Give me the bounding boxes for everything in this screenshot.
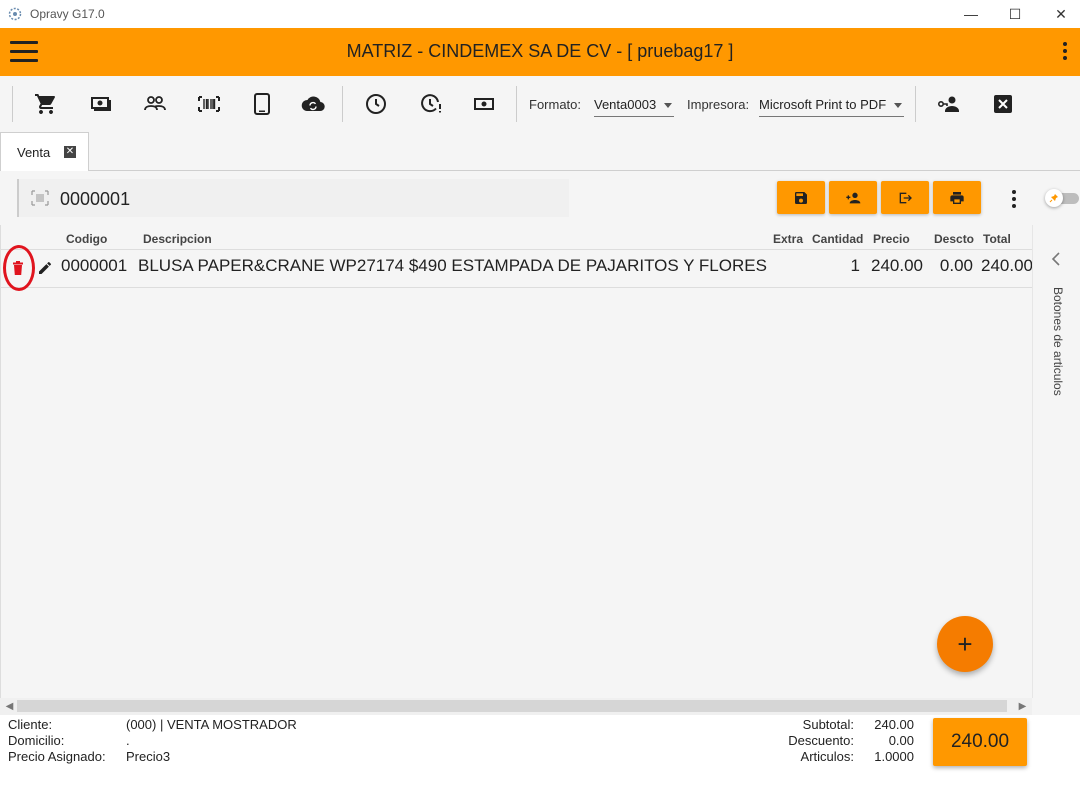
assigned-price-label: Precio Asignado: xyxy=(8,749,106,764)
subtotal-value: 240.00 xyxy=(874,717,914,732)
column-header-descripcion[interactable]: Descripcion xyxy=(143,232,212,246)
scroll-right-icon[interactable]: ▶ xyxy=(1015,699,1030,714)
discount-label: Descuento: xyxy=(788,733,854,748)
column-header-total[interactable]: Total xyxy=(983,232,1011,246)
cell-total: 240.00 xyxy=(981,256,1033,275)
scrollbar-thumb[interactable] xyxy=(17,700,1007,712)
product-search-input[interactable]: 0000001 xyxy=(17,179,569,217)
maximize-button[interactable]: ☐ xyxy=(992,0,1038,28)
cell-descripcion: BLUSA PAPER&CRANE WP27174 $490 ESTAMPADA… xyxy=(138,256,767,275)
side-panel-label: Botones de articulos xyxy=(1051,287,1065,396)
cart-icon[interactable] xyxy=(34,92,58,116)
customer-label: Cliente: xyxy=(8,717,53,732)
save-icon xyxy=(795,191,807,204)
page-title: MATRIZ - CINDEMEX SA DE CV - [ pruebag17… xyxy=(346,41,734,61)
column-header-cantidad[interactable]: Cantidad xyxy=(812,232,863,246)
items-count-label: Articulos: xyxy=(800,749,854,764)
add-user-icon xyxy=(846,192,861,203)
item-buttons-panel[interactable]: Botones de articulos xyxy=(1032,225,1080,715)
address-value: . xyxy=(126,733,130,748)
user-key-icon[interactable] xyxy=(937,92,961,116)
dropdown-arrow-icon xyxy=(664,103,672,108)
column-header-precio[interactable]: Precio xyxy=(873,232,910,246)
cell-cantidad: 1 xyxy=(850,256,860,275)
printer-icon xyxy=(950,191,964,204)
format-select[interactable]: Venta0003 xyxy=(594,95,674,117)
pin-icon xyxy=(1045,189,1063,207)
tab-close-icon[interactable]: ✕ xyxy=(64,146,76,158)
window-titlebar: Opravy G17.0 — ☐ ✕ xyxy=(0,0,1080,28)
format-label: Formato: xyxy=(529,97,582,112)
column-header-codigo[interactable]: Codigo xyxy=(66,232,107,246)
items-table: Codigo Descripcion Extra Cantidad Precio… xyxy=(0,225,1033,698)
tab-bar: Venta ✕ xyxy=(0,132,1080,171)
exit-icon xyxy=(899,192,912,203)
column-header-extra[interactable]: Extra xyxy=(773,232,803,246)
money-icon[interactable] xyxy=(472,92,496,116)
scroll-corner xyxy=(1032,698,1080,715)
add-item-fab[interactable]: + xyxy=(937,616,993,672)
more-options-icon[interactable] xyxy=(1062,42,1068,62)
subtotal-label: Subtotal: xyxy=(802,717,854,732)
delete-icon[interactable] xyxy=(12,261,24,275)
toolbar-divider xyxy=(342,86,343,122)
items-count-value: 1.0000 xyxy=(874,749,914,764)
pin-toggle[interactable] xyxy=(1045,189,1079,207)
chevron-left-icon[interactable] xyxy=(1050,251,1062,267)
cell-precio: 240.00 xyxy=(871,256,923,275)
clock-alert-icon[interactable] xyxy=(419,92,443,116)
app-window: Opravy G17.0 — ☐ ✕ MATRIZ - CINDEMEX SA … xyxy=(0,0,1080,789)
dropdown-arrow-icon xyxy=(894,103,902,108)
cloud-sync-icon[interactable] xyxy=(301,92,325,116)
barcode-icon[interactable] xyxy=(197,92,221,116)
tab-venta[interactable]: Venta ✕ xyxy=(0,132,89,171)
minimize-button[interactable]: — xyxy=(948,0,994,28)
clock-icon[interactable] xyxy=(364,92,388,116)
close-box-icon[interactable] xyxy=(991,92,1015,116)
barcode-scan-icon xyxy=(31,190,49,206)
app-logo-icon xyxy=(8,7,22,21)
format-select-value: Venta0003 xyxy=(594,97,657,112)
more-actions-icon[interactable] xyxy=(1011,190,1017,210)
print-button[interactable] xyxy=(933,181,981,214)
save-button[interactable] xyxy=(777,181,825,214)
cash-icon[interactable] xyxy=(89,92,113,116)
toolbar: Formato: Venta0003 Impresora: Microsoft … xyxy=(0,76,1080,132)
cell-codigo: 0000001 xyxy=(61,256,128,275)
address-label: Domicilio: xyxy=(8,733,65,748)
add-customer-button[interactable] xyxy=(829,181,877,214)
close-window-button[interactable]: ✕ xyxy=(1038,0,1080,28)
tablet-icon[interactable] xyxy=(250,92,274,116)
customers-icon[interactable] xyxy=(143,92,167,116)
discount-value: 0.00 xyxy=(888,733,914,748)
total-pay-button[interactable]: 240.00 xyxy=(933,718,1027,766)
printer-label: Impresora: xyxy=(687,97,750,112)
customer-value: (000) | VENTA MOSTRADOR xyxy=(126,717,297,732)
toolbar-divider xyxy=(915,86,916,122)
cell-descto: 0.00 xyxy=(939,256,973,275)
tab-label: Venta xyxy=(17,145,51,160)
exit-button[interactable] xyxy=(881,181,929,214)
horizontal-scrollbar[interactable]: ◀ ▶ xyxy=(0,698,1032,715)
edit-icon[interactable] xyxy=(38,261,52,275)
scroll-left-icon[interactable]: ◀ xyxy=(2,699,17,714)
window-title: Opravy G17.0 xyxy=(30,7,105,21)
assigned-price-value: Precio3 xyxy=(126,749,171,764)
printer-select[interactable]: Microsoft Print to PDF xyxy=(759,95,904,117)
printer-select-value: Microsoft Print to PDF xyxy=(759,97,887,112)
toolbar-divider xyxy=(12,86,13,122)
product-search-value: 0000001 xyxy=(60,189,131,209)
toolbar-divider xyxy=(516,86,517,122)
app-header: MATRIZ - CINDEMEX SA DE CV - [ pruebag17… xyxy=(0,28,1080,76)
sale-summary-footer: Cliente: (000) | VENTA MOSTRADOR Domicil… xyxy=(0,715,1080,789)
column-header-descto[interactable]: Descto xyxy=(934,232,974,246)
table-row[interactable]: 0000001 BLUSA PAPER&CRANE WP27174 $490 E… xyxy=(1,249,1033,288)
sale-panel: 0000001 Codigo Descripcion Extra Cantida… xyxy=(0,171,1080,789)
